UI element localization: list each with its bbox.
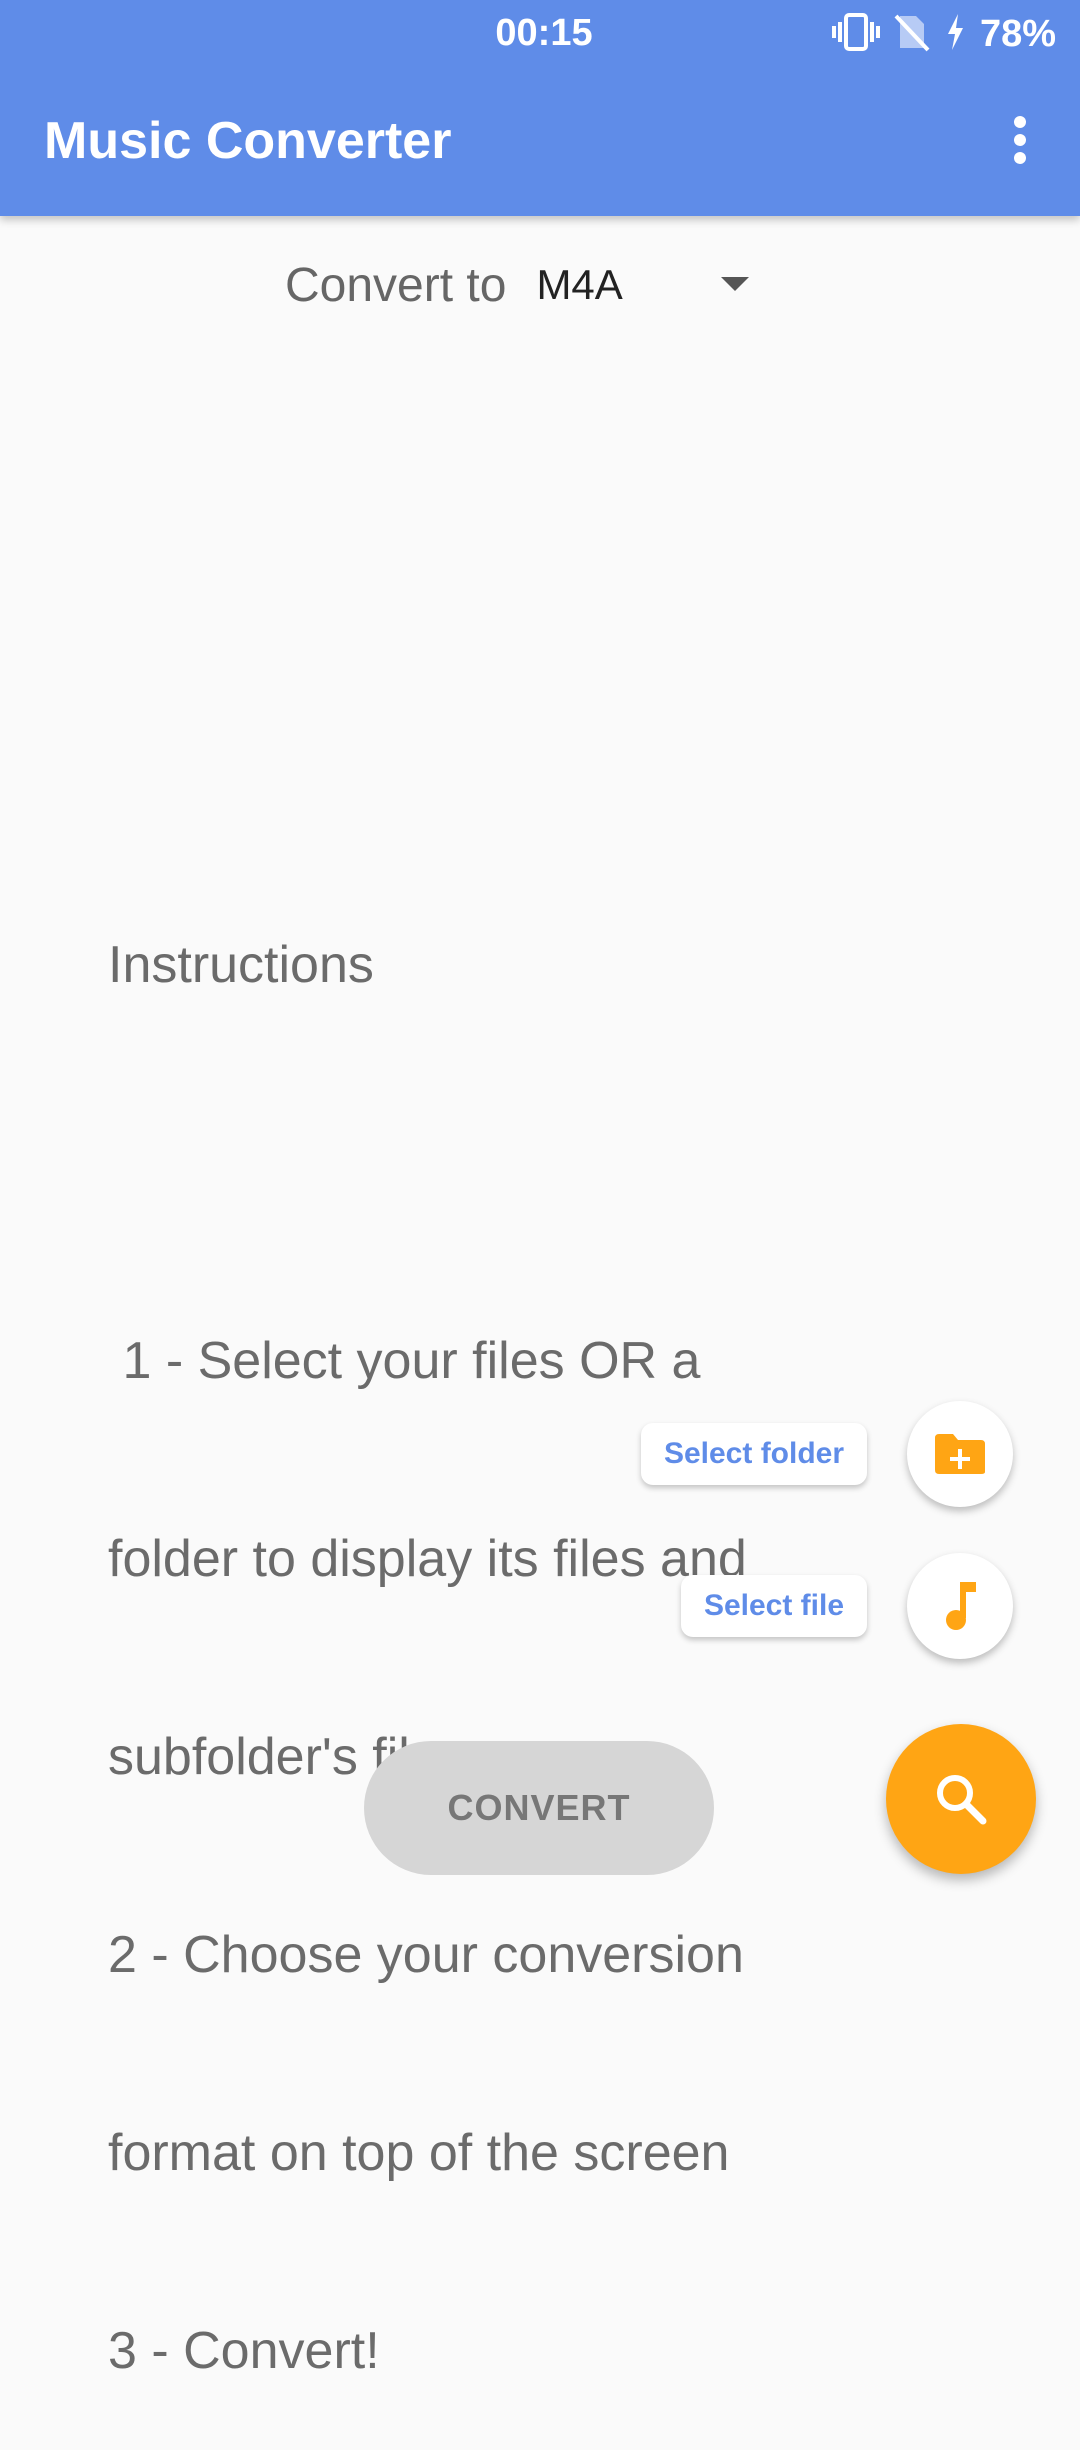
music-note-icon xyxy=(946,1582,976,1630)
select-folder-button[interactable] xyxy=(907,1401,1013,1507)
select-file-label-chip[interactable]: Select file xyxy=(681,1575,867,1637)
instructions-line: ​ xyxy=(108,1130,928,1196)
more-options-button[interactable] xyxy=(996,110,1044,170)
instructions-line: 2 - Choose your conversion xyxy=(108,1926,744,1984)
instructions-line: format on top of the screen xyxy=(108,2124,730,2182)
dropdown-arrow-icon xyxy=(721,277,750,291)
search-icon xyxy=(937,1775,987,1825)
instructions-line: 1 - Select your files OR a xyxy=(108,1332,701,1390)
charging-icon xyxy=(944,12,966,57)
format-value: M4A xyxy=(536,261,623,308)
app-title: Music Converter xyxy=(44,112,452,170)
battery-level: 78% xyxy=(979,12,1056,55)
convert-format-row: Convert to M4A xyxy=(285,255,750,315)
more-vert-icon xyxy=(1014,116,1026,164)
no-sim-icon xyxy=(894,12,930,57)
status-icons: 78% xyxy=(831,10,1056,58)
app-bar: 00:15 78% Music Converter xyxy=(0,0,1080,216)
instructions-title: Instructions xyxy=(108,936,374,994)
folder-add-icon xyxy=(935,1434,985,1474)
select-file-button[interactable] xyxy=(907,1553,1013,1659)
instructions-line: 3 - Convert! xyxy=(108,2322,380,2380)
convert-to-label: Convert to xyxy=(285,258,507,312)
search-fab[interactable] xyxy=(886,1724,1036,1874)
select-folder-label-chip[interactable]: Select folder xyxy=(641,1423,867,1485)
convert-button[interactable]: CONVERT xyxy=(364,1741,714,1875)
format-dropdown[interactable]: M4A xyxy=(536,255,750,315)
vibrate-icon xyxy=(831,12,880,57)
